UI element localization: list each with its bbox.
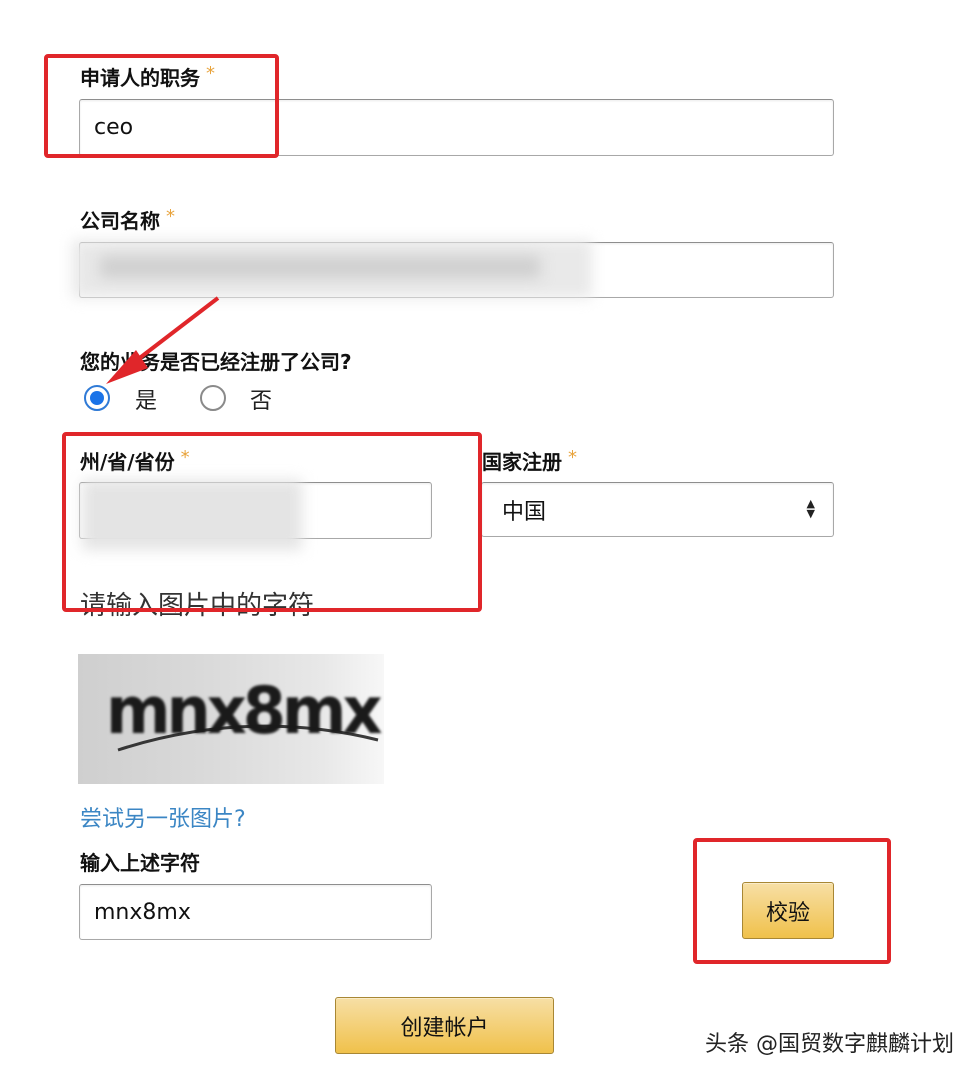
captcha-input-label: 输入上述字符 bbox=[80, 851, 200, 875]
select-arrows-icon: ▲ ▼ bbox=[806, 497, 815, 520]
required-mark: * bbox=[568, 447, 577, 468]
captcha-input[interactable]: mnx8mx bbox=[79, 884, 432, 940]
try-another-image-link[interactable]: 尝试另一张图片? bbox=[80, 801, 246, 833]
redacted-company-text bbox=[100, 256, 540, 278]
company-name-label-text: 公司名称 bbox=[80, 209, 160, 233]
captcha-noise-curve bbox=[117, 724, 379, 752]
captcha-image: mnx8mx bbox=[78, 654, 384, 784]
captcha-input-value: mnx8mx bbox=[94, 899, 191, 925]
company-name-label: 公司名称 * bbox=[80, 205, 175, 234]
annotation-box-verify bbox=[693, 838, 891, 964]
country-label: 国家注册 * bbox=[482, 446, 577, 475]
create-account-button[interactable]: 创建帐户 bbox=[335, 997, 554, 1054]
country-label-text: 国家注册 bbox=[482, 450, 562, 474]
required-mark: * bbox=[166, 206, 175, 227]
country-select-value: 中国 bbox=[502, 499, 547, 525]
radio-no-label[interactable]: 否 bbox=[250, 383, 272, 415]
annotation-arrow-icon bbox=[106, 296, 220, 384]
annotation-box-title bbox=[44, 54, 279, 158]
country-select[interactable]: 中国 ▲ ▼ bbox=[481, 482, 834, 537]
annotation-box-state bbox=[62, 432, 482, 612]
watermark: 头条 @国贸数字麒麟计划 bbox=[705, 1032, 954, 1057]
